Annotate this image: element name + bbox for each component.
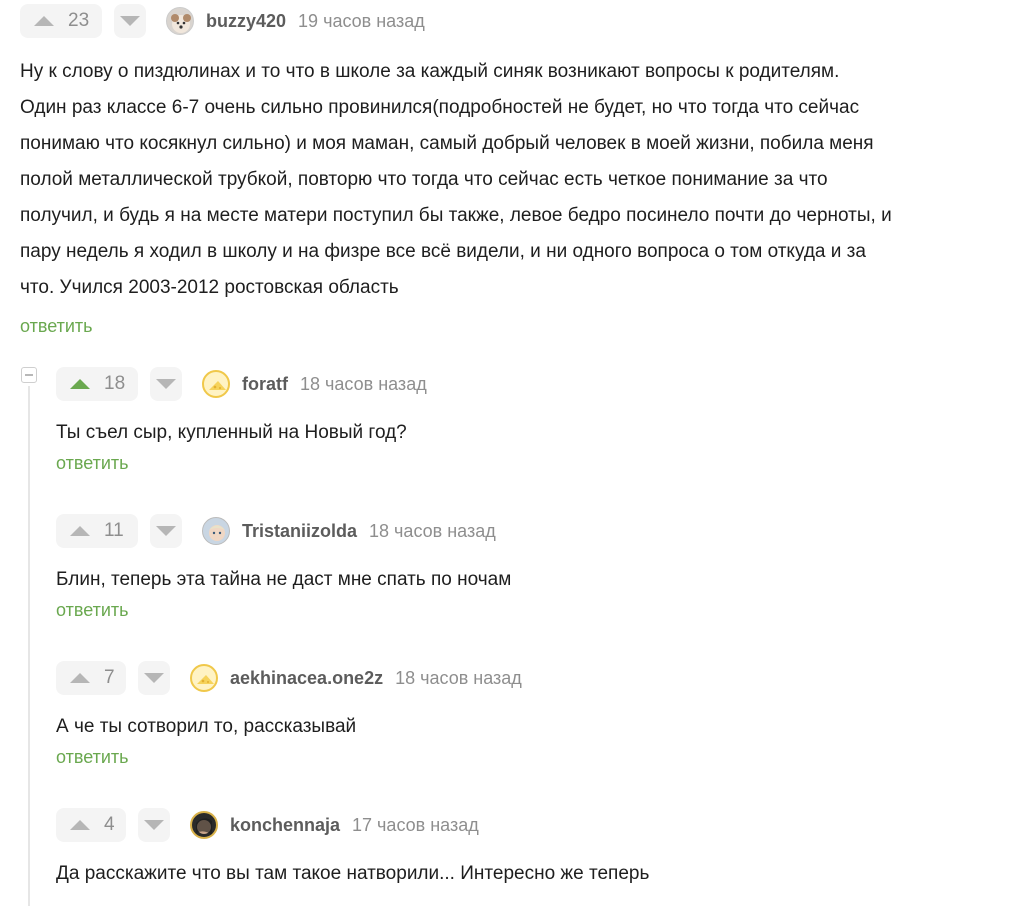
downvote-button[interactable]: [138, 661, 170, 695]
comment-header: 23 buzzy420 19 часов назад: [20, 4, 1020, 38]
comment: 4 konchennaja 17 часов назад Да расскажи…: [56, 808, 996, 892]
avatar[interactable]: [190, 664, 218, 692]
cheese-avatar-icon: [209, 381, 226, 390]
comment-text: Блин, теперь эта тайна не даст мне спать…: [56, 569, 512, 590]
username[interactable]: buzzy420: [206, 11, 286, 32]
upvote-button[interactable]: 7: [56, 661, 126, 695]
comment-text: Ты съел сыр, купленный на Новый год?: [56, 422, 407, 443]
arrow-up-icon: [70, 820, 90, 830]
upvote-button[interactable]: 11: [56, 514, 138, 548]
arrow-up-icon: [70, 526, 90, 536]
comment-text-line: понимаю что косякнул сильно) и моя маман…: [20, 133, 874, 154]
comment-text-line: Ну к слову о пиздюлинах и то что в школе…: [20, 61, 840, 82]
downvote-button[interactable]: [138, 808, 170, 842]
timestamp: 18 часов назад: [395, 667, 522, 688]
vote-count: 4: [104, 814, 115, 835]
arrow-up-icon: [70, 673, 90, 683]
comment-text: Да расскажите что вы там такое натворили…: [56, 863, 650, 884]
arrow-down-icon: [144, 820, 164, 830]
comment-text: А че ты сотворил то, рассказывай: [56, 716, 357, 737]
reply-link[interactable]: ответить: [56, 747, 129, 768]
comment-header: 18 foratf 18 часов назад: [56, 367, 996, 401]
arrow-down-icon: [156, 526, 176, 536]
reply-link[interactable]: ответить: [56, 453, 129, 474]
username[interactable]: konchennaja: [230, 815, 340, 836]
timestamp: 18 часов назад: [300, 373, 427, 394]
comment-text-line: получил, и будь я на месте матери поступ…: [20, 205, 892, 226]
reply-link[interactable]: ответить: [20, 316, 93, 337]
vote-count: 23: [68, 10, 90, 31]
upvote-button[interactable]: 23: [20, 4, 102, 38]
vote-count: 11: [104, 520, 124, 541]
arrow-up-icon: [34, 16, 54, 26]
comment-header: 4 konchennaja 17 часов назад: [56, 808, 996, 842]
comment-header: 7 aekhinacea.one2z 18 часов назад: [56, 661, 996, 695]
vote-count: 18: [104, 373, 126, 394]
timestamp: 18 часов назад: [369, 520, 496, 541]
comment-text-line: пару недель я ходил в школу и на физре в…: [20, 241, 866, 262]
avatar[interactable]: [166, 7, 194, 35]
upvote-button[interactable]: 4: [56, 808, 126, 842]
vote-count: 7: [104, 667, 115, 688]
avatar[interactable]: [202, 517, 230, 545]
arrow-up-icon: [70, 379, 90, 389]
cheese-avatar-icon: [197, 675, 214, 684]
comment: 18 foratf 18 часов назад Ты съел сыр, ку…: [56, 367, 996, 474]
upvote-button[interactable]: 18: [56, 367, 138, 401]
username[interactable]: Tristaniizolda: [242, 521, 357, 542]
dog-avatar-icon: [171, 14, 191, 33]
arrow-down-icon: [120, 16, 140, 26]
comment-text-line: что. Учился 2003-2012 ростовская область: [20, 277, 399, 298]
comment: 23 buzzy420 19 часов назад Ну к слову о …: [20, 4, 1020, 337]
reply-link[interactable]: ответить: [56, 600, 129, 621]
comment-header: 11 Tristaniizolda 18 часов назад: [56, 514, 996, 548]
avatar[interactable]: [190, 811, 218, 839]
kid-avatar-icon: [209, 525, 225, 541]
timestamp: 17 часов назад: [352, 814, 479, 835]
comment-text-line: Один раз классе 6-7 очень сильно провини…: [20, 97, 860, 118]
downvote-button[interactable]: [150, 367, 182, 401]
username[interactable]: foratf: [242, 374, 288, 395]
comment-text: Ну к слову о пиздюлинах и то что в школе…: [20, 54, 1020, 306]
avatar[interactable]: [202, 370, 230, 398]
downvote-button[interactable]: [114, 4, 146, 38]
comment-text-line: полой металлической трубкой, повторю что…: [20, 169, 828, 190]
arrow-down-icon: [144, 673, 164, 683]
arrow-down-icon: [156, 379, 176, 389]
downvote-button[interactable]: [150, 514, 182, 548]
dark-avatar-icon: [196, 818, 212, 835]
timestamp: 19 часов назад: [298, 10, 425, 31]
comment: 7 aekhinacea.one2z 18 часов назад А че т…: [56, 661, 996, 768]
thread-line[interactable]: [28, 386, 30, 906]
collapse-thread-button[interactable]: [21, 367, 37, 383]
username[interactable]: aekhinacea.one2z: [230, 668, 383, 689]
comment: 11 Tristaniizolda 18 часов назад Блин, т…: [56, 514, 996, 621]
